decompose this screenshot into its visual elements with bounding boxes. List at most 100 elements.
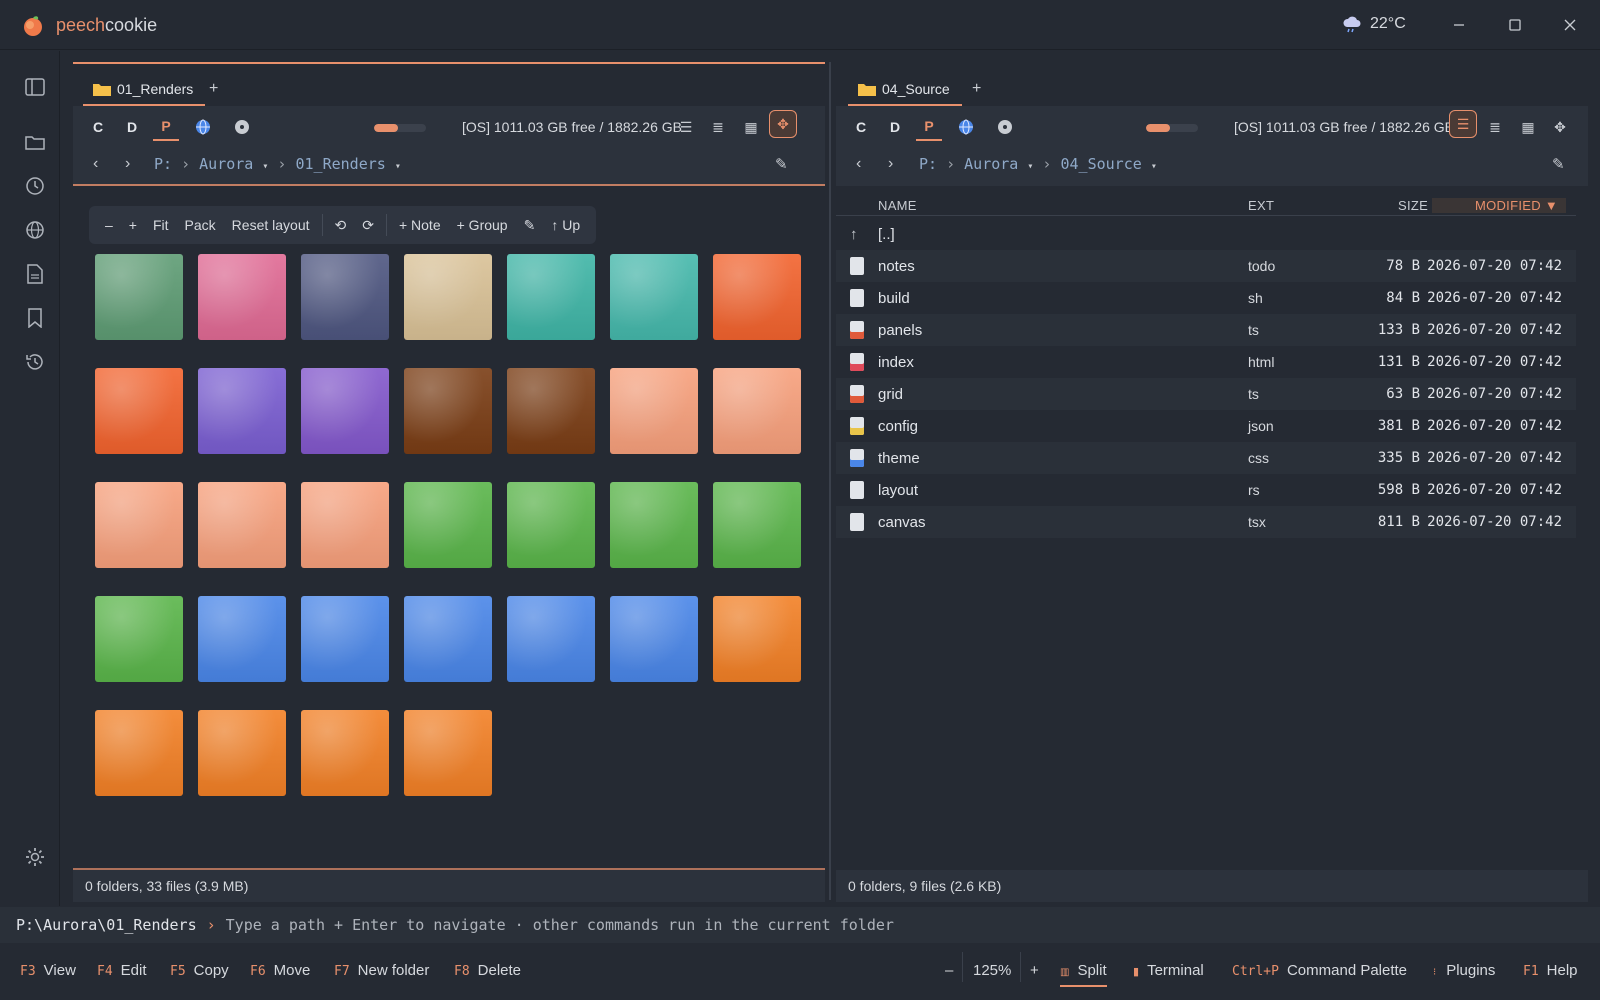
undo-button[interactable]: ⟲ — [327, 206, 355, 244]
detail-view-button[interactable]: ≣ — [1481, 113, 1509, 141]
image-thumbnail[interactable] — [301, 482, 389, 568]
drive-p-button[interactable]: P — [153, 113, 179, 141]
image-thumbnail[interactable] — [610, 482, 698, 568]
image-thumbnail[interactable] — [301, 254, 389, 340]
tab-04-source[interactable]: 04_Source — [848, 74, 962, 106]
rail-recent-button[interactable] — [24, 175, 46, 197]
file-row-notes[interactable]: notes todo 78 B 2026-07-20 07:42 — [836, 250, 1576, 282]
image-thumbnail[interactable] — [404, 482, 492, 568]
zoom-out-button[interactable]: – — [945, 962, 953, 979]
image-thumbnail[interactable] — [95, 482, 183, 568]
image-thumbnail[interactable] — [95, 368, 183, 454]
image-thumbnail[interactable] — [198, 368, 286, 454]
image-thumbnail[interactable] — [507, 596, 595, 682]
file-row-index[interactable]: index html 131 B 2026-07-20 07:42 — [836, 346, 1576, 378]
f4-edit-button[interactable]: F4 Edit — [97, 962, 147, 979]
zoom-in-button[interactable]: + — [121, 206, 145, 244]
image-thumbnail[interactable] — [198, 596, 286, 682]
breadcrumb-root[interactable]: P: — [919, 155, 937, 173]
network-drive-button[interactable] — [953, 113, 979, 141]
list-view-button[interactable]: ☰ — [672, 113, 700, 141]
rail-bookmark-button[interactable] — [24, 307, 46, 329]
file-row-grid[interactable]: grid ts 63 B 2026-07-20 07:42 — [836, 378, 1576, 410]
add-note-button[interactable]: + Note — [391, 206, 449, 244]
image-thumbnail[interactable] — [610, 596, 698, 682]
drive-d-button[interactable]: D — [119, 113, 145, 141]
canvas-view-button[interactable]: ✥ — [769, 110, 797, 138]
terminal-button[interactable]: ▮ Terminal — [1133, 962, 1204, 979]
drive-p-button[interactable]: P — [916, 113, 942, 141]
file-row-panels[interactable]: panels ts 133 B 2026-07-20 07:42 — [836, 314, 1576, 346]
image-thumbnail[interactable] — [198, 254, 286, 340]
pack-button[interactable]: Pack — [177, 206, 224, 244]
file-row-theme[interactable]: theme css 335 B 2026-07-20 07:42 — [836, 442, 1576, 474]
edit-path-button[interactable]: ✎ — [775, 155, 788, 173]
image-thumbnail[interactable] — [198, 482, 286, 568]
disc-drive-button[interactable] — [229, 113, 255, 141]
parent-dir-row[interactable]: ↑ [..] — [836, 218, 1576, 250]
pane-splitter[interactable] — [829, 62, 831, 900]
f5-copy-button[interactable]: F5 Copy — [170, 962, 229, 979]
breadcrumb-aurora[interactable]: Aurora — [199, 155, 253, 173]
fit-button[interactable]: Fit — [145, 206, 177, 244]
rail-history-button[interactable] — [24, 351, 46, 373]
reset-layout-button[interactable]: Reset layout — [224, 206, 318, 244]
rail-document-button[interactable] — [24, 263, 46, 285]
image-thumbnail[interactable] — [713, 254, 801, 340]
image-thumbnail[interactable] — [404, 368, 492, 454]
image-thumbnail[interactable] — [507, 368, 595, 454]
file-row-config[interactable]: config json 381 B 2026-07-20 07:42 — [836, 410, 1576, 442]
redo-button[interactable]: ⟳ — [354, 206, 382, 244]
network-drive-button[interactable] — [190, 113, 216, 141]
column-ext[interactable]: EXT — [1248, 198, 1274, 213]
image-thumbnail[interactable] — [713, 368, 801, 454]
breadcrumb-aurora[interactable]: Aurora — [964, 155, 1018, 173]
f7-new-folder-button[interactable]: F7 New folder — [334, 962, 429, 979]
zoom-in-button[interactable]: + — [1030, 962, 1039, 979]
forward-button[interactable]: › — [125, 155, 130, 173]
settings-button[interactable] — [24, 846, 46, 868]
disc-drive-button[interactable] — [992, 113, 1018, 141]
image-thumbnail[interactable] — [404, 710, 492, 796]
column-name[interactable]: NAME — [878, 198, 917, 213]
edit-path-button[interactable]: ✎ — [1552, 155, 1565, 173]
rail-folder-button[interactable] — [24, 131, 46, 153]
image-thumbnail[interactable] — [713, 482, 801, 568]
file-row-build[interactable]: build sh 84 B 2026-07-20 07:42 — [836, 282, 1576, 314]
grid-view-button[interactable]: ▦ — [1514, 113, 1542, 141]
breadcrumb-current[interactable]: 04_Source — [1061, 155, 1142, 173]
command-line[interactable]: P:\Aurora\01_Renders › Type a path + Ent… — [0, 907, 1600, 943]
image-thumbnail[interactable] — [507, 482, 595, 568]
image-thumbnail[interactable] — [95, 710, 183, 796]
command-palette-button[interactable]: Ctrl+P Command Palette — [1232, 962, 1407, 979]
back-button[interactable]: ‹ — [856, 155, 861, 173]
canvas-view-button[interactable]: ✥ — [1546, 113, 1574, 141]
maximize-button[interactable] — [1500, 12, 1530, 38]
draw-button[interactable]: ✎ — [516, 206, 544, 244]
plugins-button[interactable]: ⁝ Plugins — [1433, 962, 1495, 979]
breadcrumb-root[interactable]: P: — [154, 155, 172, 173]
image-thumbnail[interactable] — [301, 710, 389, 796]
image-thumbnail[interactable] — [404, 254, 492, 340]
file-row-canvas[interactable]: canvas tsx 811 B 2026-07-20 07:42 — [836, 506, 1576, 538]
f6-move-button[interactable]: F6 Move — [250, 962, 310, 979]
drive-c-button[interactable]: C — [85, 113, 111, 141]
image-thumbnail[interactable] — [610, 254, 698, 340]
grid-view-button[interactable]: ▦ — [737, 113, 765, 141]
drive-d-button[interactable]: D — [882, 113, 908, 141]
list-view-button[interactable]: ☰ — [1449, 110, 1477, 138]
image-thumbnail[interactable] — [404, 596, 492, 682]
sidebar-toggle-button[interactable] — [24, 76, 46, 98]
back-button[interactable]: ‹ — [93, 155, 98, 173]
rail-network-button[interactable] — [24, 219, 46, 241]
up-button[interactable]: ↑ Up — [543, 206, 588, 244]
forward-button[interactable]: › — [888, 155, 893, 173]
image-thumbnail[interactable] — [95, 596, 183, 682]
detail-view-button[interactable]: ≣ — [704, 113, 732, 141]
file-row-layout[interactable]: layout rs 598 B 2026-07-20 07:42 — [836, 474, 1576, 506]
tab-01-renders[interactable]: 01_Renders — [83, 74, 206, 106]
column-size[interactable]: SIZE — [1398, 198, 1428, 213]
image-thumbnail[interactable] — [301, 596, 389, 682]
drive-c-button[interactable]: C — [848, 113, 874, 141]
f3-view-button[interactable]: F3 View — [20, 962, 76, 979]
